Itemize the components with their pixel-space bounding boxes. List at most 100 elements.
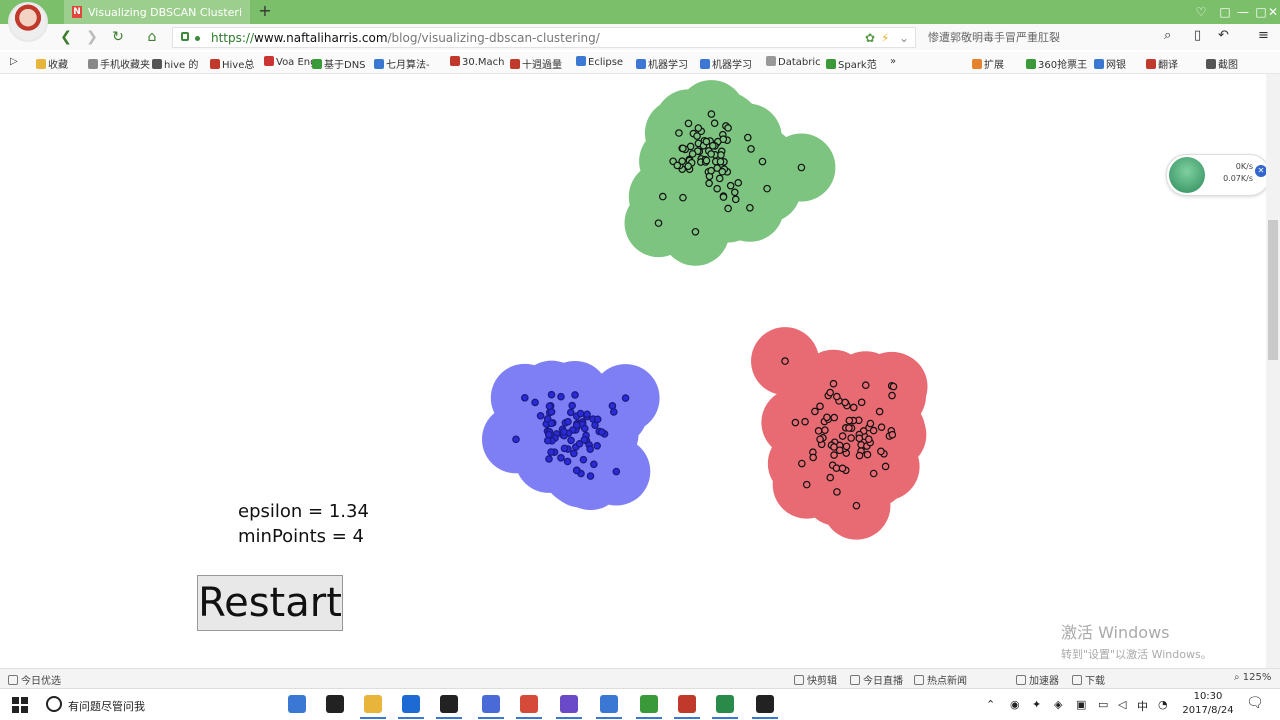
data-point	[520, 394, 529, 402]
undo-icon[interactable]: ↶	[1218, 28, 1229, 43]
address-bar[interactable]: https://www.naftaliharris.com/blog/visua…	[172, 27, 916, 48]
user-avatar[interactable]	[8, 2, 48, 42]
menu-lines-icon[interactable]: ≡	[1258, 28, 1269, 43]
scrollbar[interactable]	[1266, 74, 1280, 668]
bookmark-item[interactable]: 十週過量	[510, 56, 562, 71]
tray-icon[interactable]: ◈	[1054, 698, 1062, 711]
bookmark-item[interactable]: Hive总	[210, 56, 254, 71]
back-icon[interactable]: ❮	[56, 27, 76, 47]
taskbar-app-camtasia-icon[interactable]	[752, 695, 778, 719]
network-icon[interactable]: ▭	[1098, 698, 1108, 711]
tray-icon[interactable]: ✦	[1032, 698, 1041, 711]
lightning-icon[interactable]: ⚡	[881, 31, 889, 45]
bookmark-favicon-icon	[576, 56, 586, 66]
chevron-down-icon[interactable]: ⌄	[899, 31, 909, 45]
forward-icon[interactable]: ❯	[82, 27, 102, 47]
data-point	[724, 204, 732, 213]
taskbar-app-taskview-icon[interactable]	[326, 695, 344, 713]
network-speed-widget[interactable]: 0K/s 0.07K/s ✕	[1166, 154, 1266, 196]
tray-chevron-icon[interactable]: ⌃	[986, 698, 995, 711]
bookmark-item[interactable]: 翻译	[1146, 56, 1178, 71]
home-icon[interactable]: ⌂	[142, 27, 162, 47]
tray-icon[interactable]: ◉	[1010, 698, 1020, 711]
search-suggestion[interactable]: 惨遭郭敬明毒手冒严重肛裂	[928, 29, 1060, 45]
bookmark-item[interactable]: Eclipse	[576, 56, 623, 68]
cortana-icon[interactable]	[46, 696, 62, 712]
browser-tab[interactable]: N Visualizing DBSCAN Clusteri	[64, 0, 250, 24]
data-point	[612, 467, 621, 476]
notifications-icon[interactable]: 🗨	[1246, 695, 1264, 711]
bookmark-item[interactable]: hive 的	[152, 56, 198, 71]
restart-button[interactable]: Restart	[197, 575, 343, 631]
status-accelerator[interactable]: 加速器	[1016, 672, 1059, 687]
bookmark-item[interactable]: 收藏	[36, 56, 68, 71]
taskbar-app-app9-icon[interactable]	[674, 695, 700, 719]
data-point	[702, 156, 711, 165]
skin-icon[interactable]: ♡	[1190, 3, 1212, 21]
status-item-label: 下载	[1085, 676, 1105, 687]
bookmark-item[interactable]: 30.Mach	[450, 56, 505, 68]
taskbar-app-mic-icon[interactable]	[288, 695, 306, 713]
scrollbar-thumb[interactable]	[1268, 220, 1278, 360]
bookmark-item[interactable]: 手机收藏夹	[88, 56, 150, 71]
data-point	[888, 430, 897, 439]
taskbar-app-app6-icon[interactable]	[556, 695, 582, 719]
bookmark-item[interactable]: Voa Eng	[264, 56, 317, 68]
close-icon[interactable]: ✕	[1255, 165, 1266, 177]
data-point	[707, 150, 715, 158]
data-point	[559, 427, 568, 436]
data-point	[710, 119, 719, 128]
tab-favicon: N	[72, 6, 82, 18]
taskbar-app-chrome-icon[interactable]	[516, 695, 542, 719]
status-today-picks[interactable]: 今日优选	[8, 672, 61, 687]
dbscan-canvas[interactable]	[0, 74, 1266, 668]
bookmark-item[interactable]: 基于DNS	[312, 56, 366, 71]
bookmark-item[interactable]: 扩展	[972, 56, 1004, 71]
status-download[interactable]: 下载	[1072, 672, 1105, 687]
bookmark-item[interactable]: 360抢票王	[1026, 56, 1087, 71]
data-point	[557, 392, 565, 401]
status-live[interactable]: 今日直播	[850, 672, 903, 687]
bookmark-page-icon[interactable]: ▯	[1194, 28, 1201, 43]
bookmark-item[interactable]: »	[890, 56, 896, 67]
bookmark-item[interactable]: 机器学习	[636, 56, 688, 71]
taskbar-app-store-icon[interactable]	[436, 695, 462, 719]
bookmark-item[interactable]: Spark范	[826, 56, 877, 71]
taskbar-app-browser360-icon[interactable]	[636, 695, 662, 719]
close-button[interactable]: ✕	[1262, 3, 1280, 21]
activate-windows-watermark: 激活 Windows 转到"设置"以激活 Windows。	[1061, 619, 1212, 662]
taskbar-app-ie-icon[interactable]	[398, 695, 424, 719]
taskbar-app-explorer-icon[interactable]	[360, 695, 386, 719]
bookmark-item[interactable]: 七月算法-	[374, 56, 430, 71]
taskbar-app-excel-icon[interactable]	[712, 695, 738, 719]
bookmark-item[interactable]: 截图	[1206, 56, 1238, 71]
settings-gear-icon[interactable]: ✿	[865, 31, 875, 45]
taskbar-app-app7-icon[interactable]	[596, 695, 622, 719]
bookmark-item[interactable]: 网银	[1094, 56, 1126, 71]
taskbar-search[interactable]: 有问题尽管问我	[68, 698, 145, 714]
bookmarks-toggle-icon[interactable]: ▷	[10, 56, 18, 67]
new-tab-button[interactable]: +	[256, 2, 274, 22]
data-point	[845, 424, 853, 432]
system-clock[interactable]: 10:30 2017/8/24	[1180, 690, 1236, 718]
status-zoom[interactable]: ⌕ 125%	[1234, 672, 1271, 683]
windows-start-icon[interactable]	[12, 697, 28, 713]
tray-icon[interactable]: ▣	[1076, 698, 1086, 711]
data-point	[781, 357, 789, 365]
ime-indicator[interactable]: 中	[1137, 698, 1148, 714]
accelerator-icon	[1016, 675, 1026, 685]
reload-icon[interactable]: ↻	[108, 27, 128, 47]
data-point	[570, 449, 578, 458]
status-quick-edit[interactable]: 快剪辑	[794, 672, 837, 687]
bookmark-item[interactable]: 机器学习	[700, 56, 752, 71]
status-news[interactable]: 热点新闻	[914, 672, 967, 687]
epsilon-region-red	[751, 327, 928, 540]
taskbar-app-qq-icon[interactable]	[478, 695, 504, 719]
volume-icon[interactable]: ◁	[1118, 698, 1126, 711]
data-point	[718, 167, 727, 176]
bookmark-item[interactable]: Databric	[766, 56, 821, 68]
url-text[interactable]: https://www.naftaliharris.com/blog/visua…	[211, 31, 600, 45]
tray-icon[interactable]: ◔	[1158, 698, 1168, 711]
search-icon[interactable]: ⌕	[1164, 28, 1171, 43]
data-point	[855, 451, 864, 460]
